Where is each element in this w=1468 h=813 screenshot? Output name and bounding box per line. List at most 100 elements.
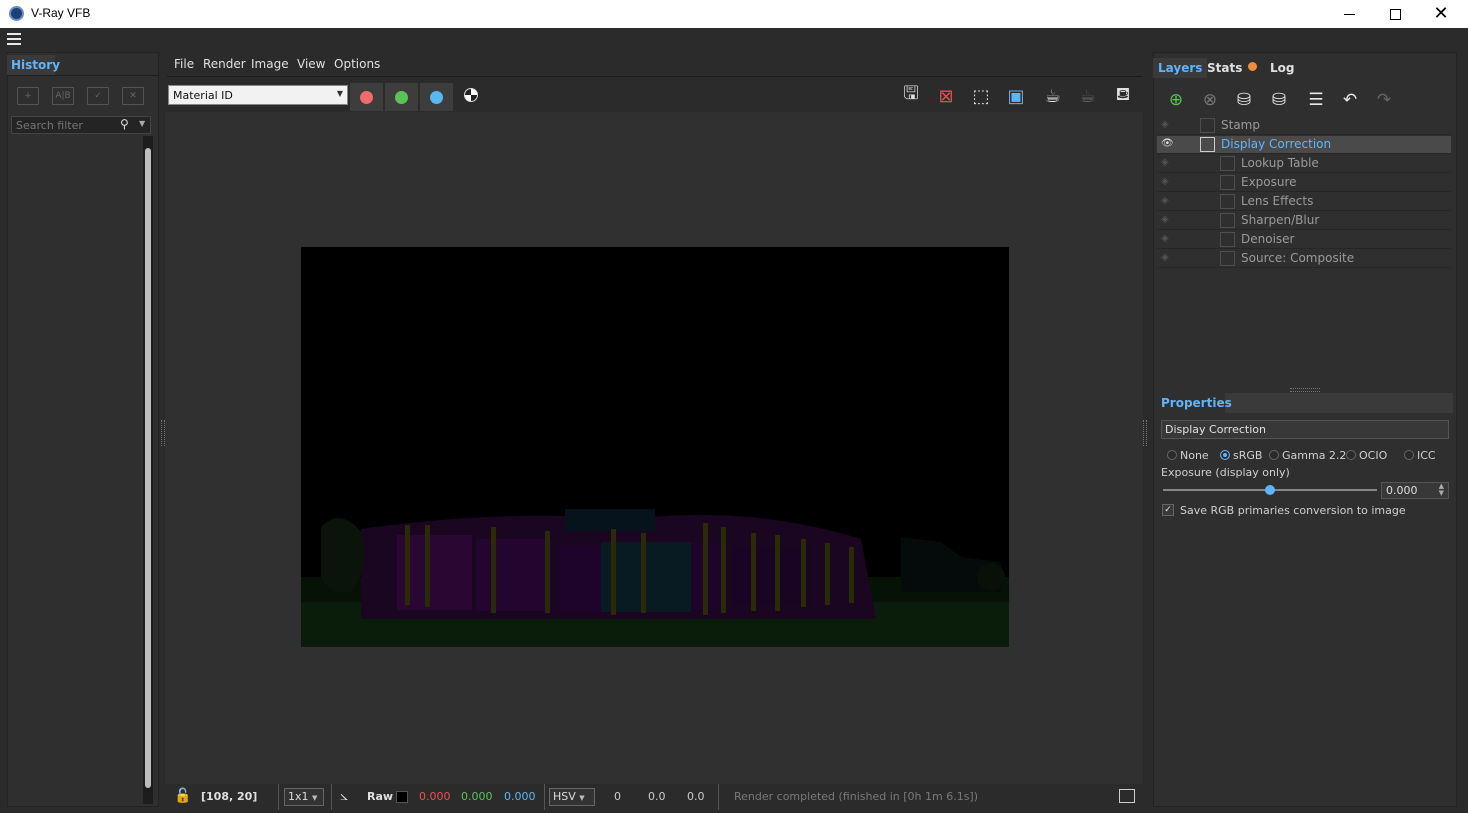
radio-circle-selected bbox=[1220, 450, 1230, 460]
history-scrollbar[interactable] bbox=[143, 136, 153, 804]
window-title: V-Ray VFB bbox=[31, 6, 91, 20]
visibility-icon[interactable]: ◈ bbox=[1161, 252, 1175, 264]
visibility-icon[interactable]: ◈ bbox=[1161, 119, 1175, 131]
save-image-icon[interactable]: 🖫 bbox=[898, 83, 924, 108]
history-load-icon[interactable]: ✓ bbox=[87, 87, 109, 105]
menu-view[interactable]: View bbox=[297, 57, 325, 71]
exposure-spinbox[interactable]: 0.000 ▲ ▼ bbox=[1381, 482, 1449, 499]
region-select-icon[interactable]: ⬚ bbox=[968, 84, 994, 108]
left-splitter-handle[interactable] bbox=[161, 420, 165, 446]
radio-srgb[interactable]: sRGB bbox=[1220, 449, 1262, 462]
status-message: Render completed (finished in [0h 1m 6.1… bbox=[734, 790, 979, 803]
history-remove-icon[interactable]: ✕ bbox=[122, 87, 144, 105]
layer-row-lens-effects[interactable]: ◈ Lens Effects bbox=[1157, 193, 1451, 211]
radio-circle bbox=[1346, 450, 1356, 460]
red-channel-button[interactable] bbox=[350, 83, 383, 111]
exposure-label: Exposure (display only) bbox=[1161, 466, 1290, 479]
layer-row-sharpen-blur[interactable]: ◈ Sharpen/Blur bbox=[1157, 212, 1451, 230]
layer-row-display-correction[interactable]: 👁 Display Correction bbox=[1157, 136, 1451, 154]
scrollbar-thumb[interactable] bbox=[145, 148, 151, 788]
save-rgb-checkbox[interactable]: ✓ bbox=[1162, 504, 1174, 516]
main-menu-icon[interactable] bbox=[7, 33, 21, 45]
layer-row-stamp[interactable]: ◈ Stamp bbox=[1157, 117, 1451, 135]
color-picker-icon[interactable]: ⦣ bbox=[340, 788, 348, 804]
close-icon: ✕ bbox=[1433, 3, 1449, 24]
menu-options[interactable]: Options bbox=[334, 57, 380, 71]
radio-ocio[interactable]: OCIO bbox=[1346, 449, 1387, 462]
lock-icon[interactable]: 🔓 bbox=[174, 788, 191, 804]
layer-label: Stamp bbox=[1221, 118, 1260, 132]
right-splitter-handle[interactable] bbox=[1143, 420, 1147, 446]
chevron-down-icon[interactable]: ▼ bbox=[139, 119, 145, 128]
menu-file[interactable]: File bbox=[174, 57, 194, 71]
exposure-slider-handle[interactable] bbox=[1265, 485, 1275, 495]
red-channel-icon bbox=[360, 90, 373, 104]
layer-row-exposure[interactable]: ◈ Exposure bbox=[1157, 174, 1451, 192]
maximize-button[interactable] bbox=[1372, 0, 1418, 28]
curve-icon bbox=[1200, 137, 1215, 152]
color-space-value: HSV bbox=[553, 790, 576, 803]
tab-history[interactable]: History bbox=[7, 55, 60, 75]
stop-render-icon[interactable]: ☕ bbox=[1075, 84, 1101, 108]
divider bbox=[278, 784, 279, 810]
render-image[interactable] bbox=[301, 247, 1009, 647]
save-rgb-label: Save RGB primaries conversion to image bbox=[1180, 504, 1406, 517]
layer-label: Display Correction bbox=[1221, 137, 1332, 151]
radio-none[interactable]: None bbox=[1167, 449, 1209, 462]
properties-splitter-handle[interactable] bbox=[1290, 388, 1320, 392]
spinner-arrows-icon[interactable]: ▲ ▼ bbox=[1439, 483, 1444, 497]
layer-label: Lookup Table bbox=[1241, 156, 1319, 170]
render-icon[interactable]: ⛾ bbox=[1110, 84, 1136, 108]
menu-image[interactable]: Image bbox=[251, 57, 289, 71]
history-panel bbox=[7, 52, 159, 807]
delete-layer-icon[interactable]: ⊗ bbox=[1196, 88, 1224, 112]
visibility-icon[interactable]: ◈ bbox=[1161, 176, 1175, 188]
clear-image-icon[interactable]: ⊠ bbox=[933, 84, 959, 108]
save-layers-icon[interactable]: ⛁ bbox=[1230, 88, 1258, 112]
undo-icon[interactable]: ↶ bbox=[1336, 88, 1364, 112]
divider bbox=[331, 784, 332, 810]
redo-icon[interactable]: ↷ bbox=[1370, 88, 1398, 112]
visibility-icon[interactable]: ◈ bbox=[1161, 195, 1175, 207]
radio-label: sRGB bbox=[1233, 449, 1263, 462]
minimize-button[interactable] bbox=[1326, 0, 1372, 28]
layer-row-denoiser[interactable]: ◈ Denoiser bbox=[1157, 231, 1451, 249]
toggle-panel-icon[interactable] bbox=[1119, 789, 1135, 803]
radio-icc[interactable]: ICC bbox=[1404, 449, 1436, 462]
layer-name-field[interactable]: Display Correction bbox=[1161, 420, 1449, 439]
pixel-coordinates: [108, 20] bbox=[201, 790, 258, 803]
menu-render[interactable]: Render bbox=[203, 57, 246, 71]
radio-gamma[interactable]: Gamma 2.2 bbox=[1269, 449, 1346, 462]
blue-channel-button[interactable] bbox=[420, 83, 453, 111]
layer-label: Denoiser bbox=[1241, 232, 1295, 246]
visibility-icon[interactable]: ◈ bbox=[1161, 233, 1175, 245]
alpha-channel-icon[interactable] bbox=[464, 88, 478, 102]
tab-stats[interactable]: Stats bbox=[1202, 58, 1247, 78]
green-channel-button[interactable] bbox=[385, 83, 418, 111]
zoom-select[interactable]: 1x1 ▼ bbox=[284, 788, 324, 806]
stamp-icon bbox=[1200, 118, 1215, 133]
radio-label: OCIO bbox=[1359, 449, 1388, 462]
search-icon[interactable]: ⚲ bbox=[120, 117, 129, 131]
tab-layers[interactable]: Layers bbox=[1153, 58, 1208, 78]
load-layers-icon[interactable]: ⛁ bbox=[1265, 88, 1293, 112]
close-button[interactable]: ✕ bbox=[1418, 0, 1464, 28]
render-element-select[interactable]: Material ID ▼ bbox=[168, 85, 348, 105]
visibility-icon[interactable]: ◈ bbox=[1161, 157, 1175, 169]
interactive-render-icon[interactable]: ☕ bbox=[1040, 84, 1066, 108]
visibility-icon[interactable]: 👁 bbox=[1161, 138, 1175, 150]
history-ab-compare-icon[interactable]: A|B bbox=[52, 87, 74, 105]
layer-row-source-composite[interactable]: ◈ Source: Composite bbox=[1157, 250, 1451, 268]
color-space-select[interactable]: HSV ▼ bbox=[549, 788, 595, 806]
maximize-icon bbox=[1389, 8, 1401, 20]
region-render-icon[interactable]: ▣ bbox=[1003, 84, 1029, 108]
search-input[interactable] bbox=[14, 118, 114, 132]
tab-properties[interactable]: Properties bbox=[1157, 393, 1232, 413]
history-save-icon[interactable]: + bbox=[17, 87, 39, 105]
tab-log[interactable]: Log bbox=[1265, 58, 1299, 78]
layer-presets-icon[interactable]: ☰ bbox=[1302, 88, 1330, 112]
layer-row-lookup-table[interactable]: ◈ Lookup Table bbox=[1157, 155, 1451, 173]
visibility-icon[interactable]: ◈ bbox=[1161, 214, 1175, 226]
add-layer-icon[interactable]: ⊕ bbox=[1162, 88, 1190, 112]
radio-circle bbox=[1167, 450, 1177, 460]
